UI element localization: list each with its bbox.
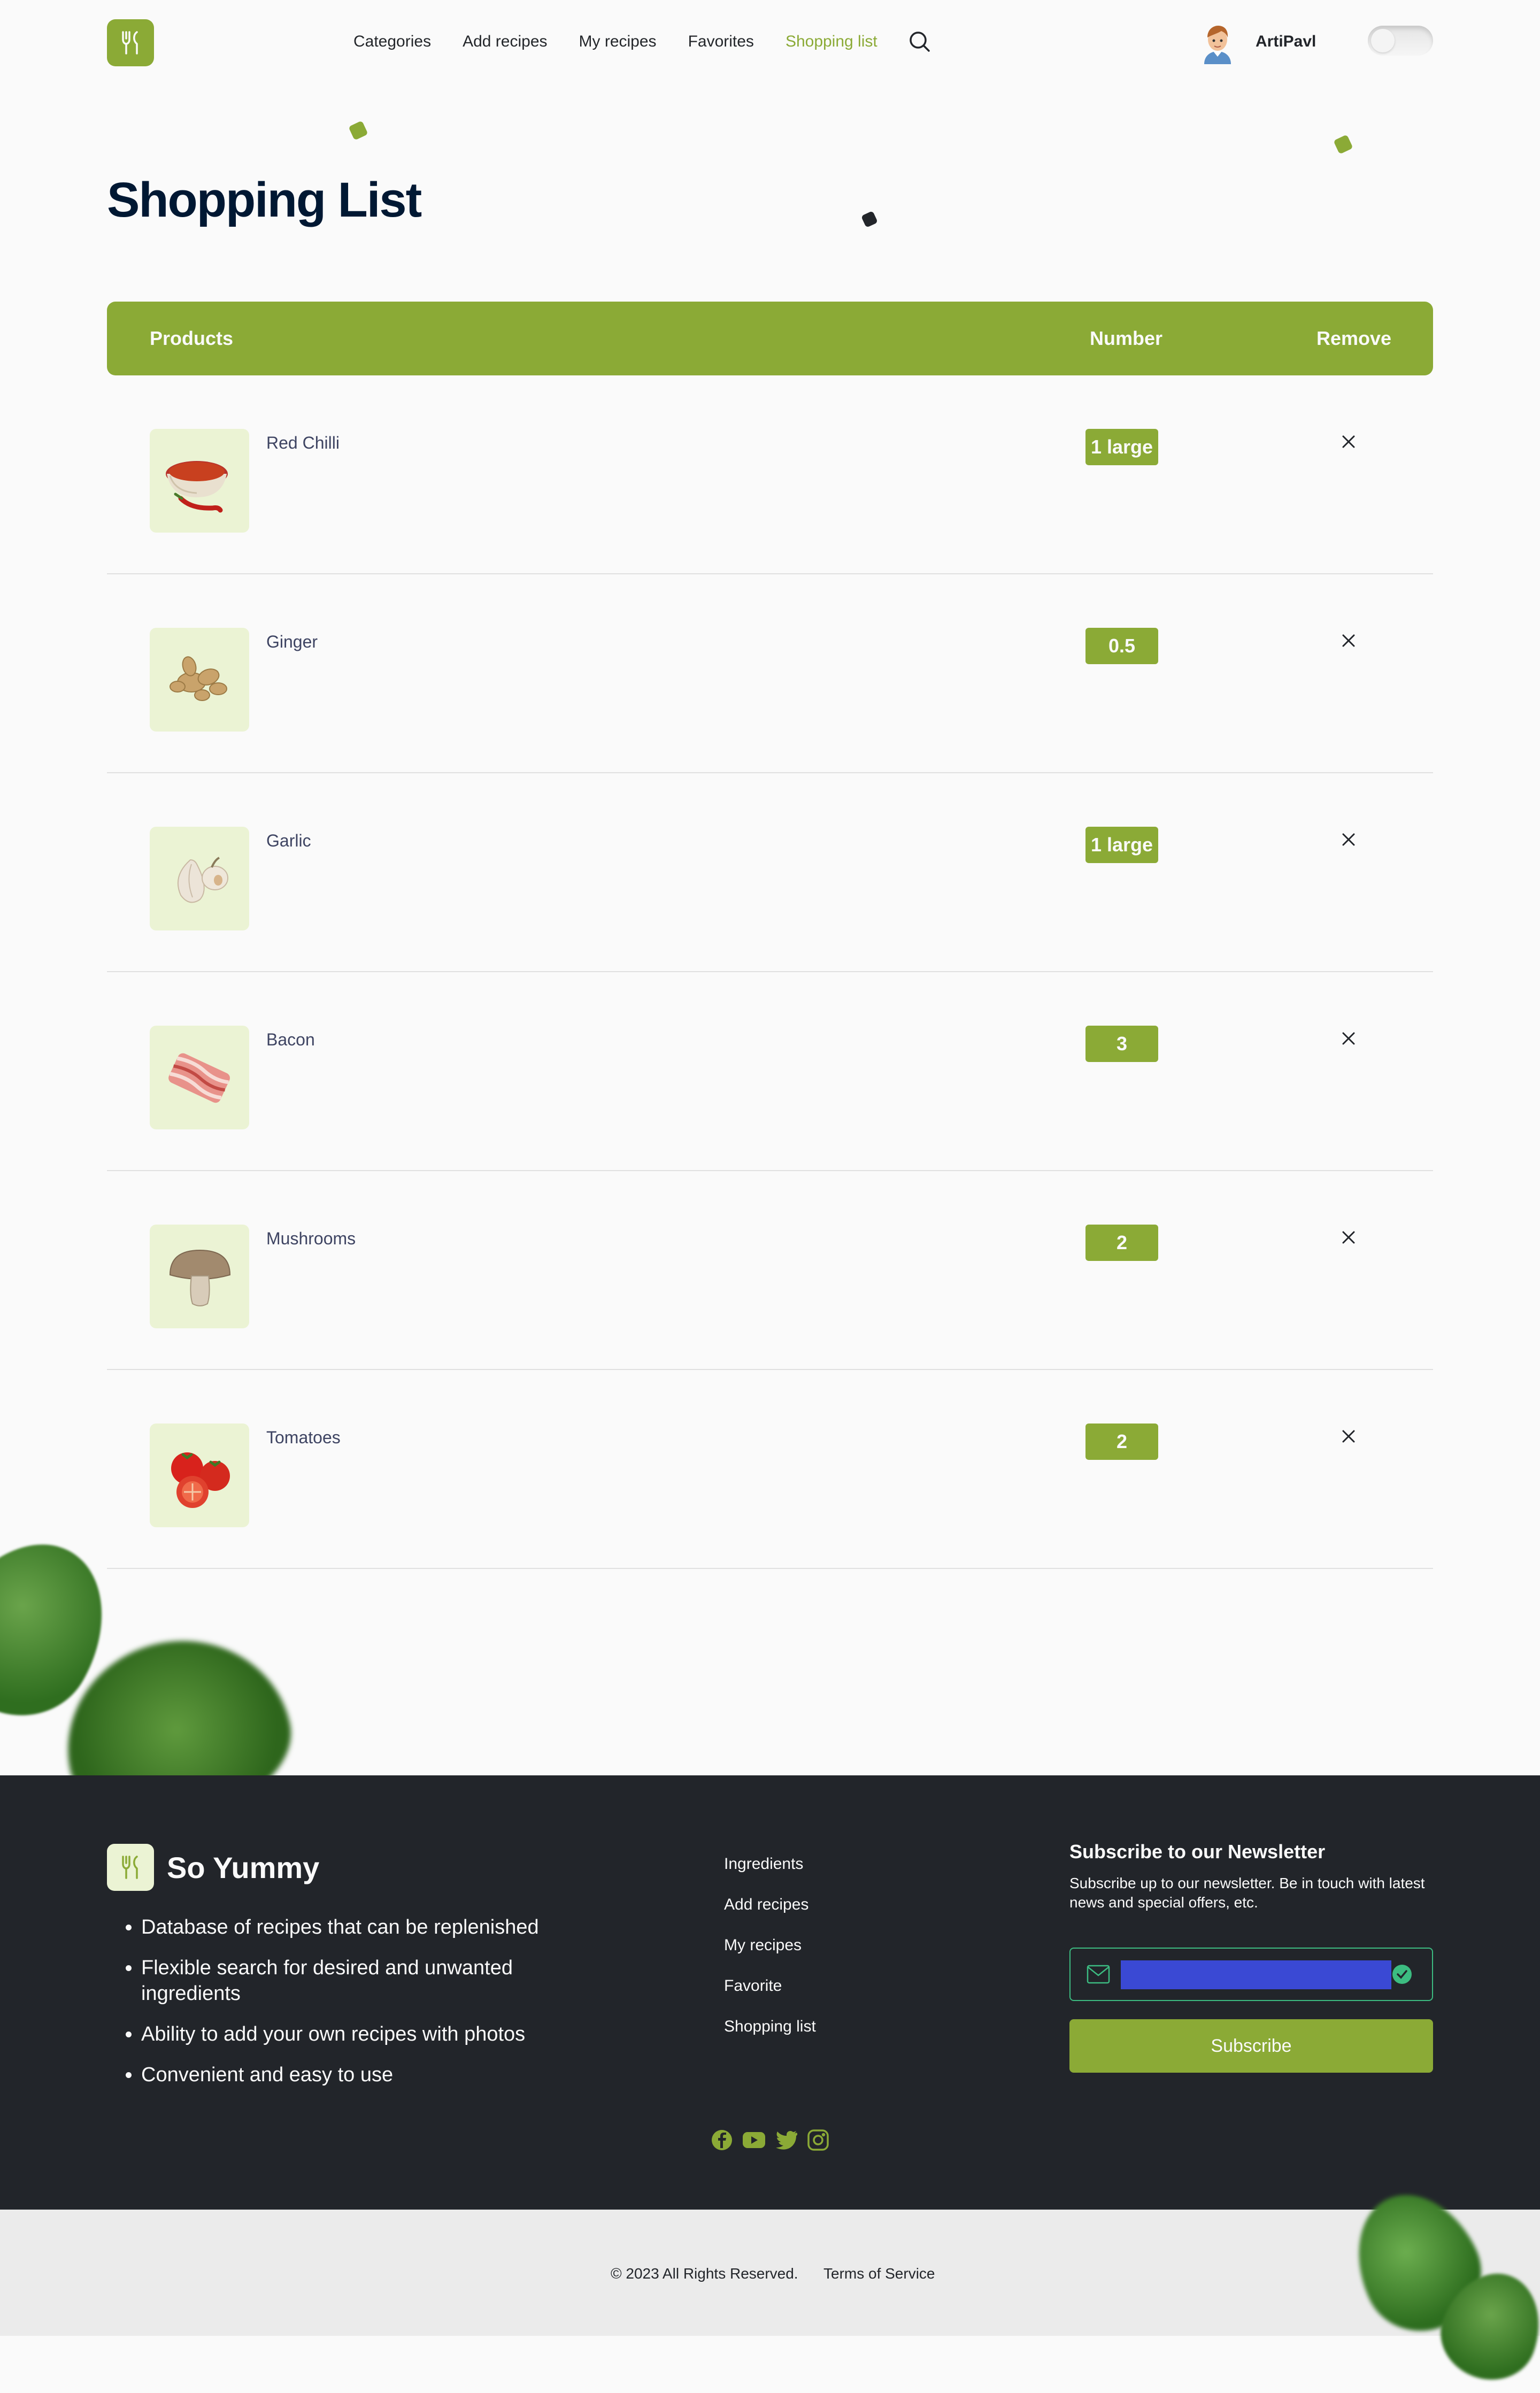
table-row: Tomatoes 2 <box>107 1370 1433 1569</box>
table-row: Mushrooms 2 <box>107 1171 1433 1370</box>
newsletter-description: Subscribe up to our newsletter. Be in to… <box>1069 1875 1425 1911</box>
footer: So Yummy Database of recipes that can be… <box>0 1775 1540 2210</box>
garlic-image <box>150 827 249 930</box>
fork-knife-icon <box>122 31 138 55</box>
quantity-badge: 3 <box>1085 1026 1158 1062</box>
mail-icon <box>1087 1965 1110 1987</box>
nav-shopping-list[interactable]: Shopping list <box>786 29 877 55</box>
product-name: Tomatoes <box>266 1428 341 1447</box>
copyright: © 2023 All Rights Reserved. <box>611 2265 798 2282</box>
quantity-badge: 0.5 <box>1085 628 1158 664</box>
mushroom-image <box>150 1225 249 1328</box>
footer-link-shopping-list[interactable]: Shopping list <box>724 2016 816 2037</box>
footer-links: Ingredients Add recipes My recipes Favor… <box>724 1853 816 2057</box>
product-name: Mushrooms <box>266 1229 356 1248</box>
footer-brand: So Yummy <box>167 1851 320 1884</box>
quantity-badge: 2 <box>1085 1424 1158 1460</box>
tomato-image <box>150 1424 249 1527</box>
table-row: Garlic 1 large <box>107 773 1433 972</box>
terms-link[interactable]: Terms of Service <box>823 2263 935 2284</box>
footer-link-my-recipes[interactable]: My recipes <box>724 1935 816 1956</box>
logo[interactable] <box>107 19 154 66</box>
decorative-square <box>1333 134 1353 155</box>
table-row: Red Chilli 1 large <box>107 375 1433 574</box>
table-header: Products Number Remove <box>107 302 1433 375</box>
list-item: Flexible search for desired and unwanted… <box>141 1955 601 2006</box>
social-links <box>710 2128 838 2152</box>
product-name: Bacon <box>266 1030 315 1049</box>
ginger-image <box>150 628 249 732</box>
table-row: Ginger 0.5 <box>107 574 1433 773</box>
footer-logo[interactable] <box>107 1844 154 1891</box>
nav-my-recipes[interactable]: My recipes <box>579 29 657 55</box>
instagram-icon[interactable] <box>806 2128 830 2152</box>
theme-toggle[interactable] <box>1368 26 1433 56</box>
decorative-square <box>348 120 368 141</box>
product-name: Ginger <box>266 632 318 651</box>
search-icon[interactable] <box>907 29 933 55</box>
close-icon[interactable] <box>1338 1227 1359 1248</box>
bottom-bar: © 2023 All Rights Reserved. Terms of Ser… <box>0 2210 1540 2336</box>
quantity-badge: 2 <box>1085 1225 1158 1261</box>
email-input[interactable] <box>1121 1960 1391 1989</box>
close-icon[interactable] <box>1338 431 1359 452</box>
email-field[interactable] <box>1069 1948 1433 2001</box>
footer-link-add-recipes[interactable]: Add recipes <box>724 1894 816 1915</box>
fork-knife-icon <box>122 1856 138 1879</box>
column-number: Number <box>1090 327 1163 349</box>
username[interactable]: ArtiPavl <box>1256 30 1316 53</box>
close-icon[interactable] <box>1338 829 1359 850</box>
column-products: Products <box>150 327 234 349</box>
avatar[interactable] <box>1199 21 1236 64</box>
subscribe-button[interactable]: Subscribe <box>1069 2019 1433 2073</box>
toggle-knob <box>1371 29 1395 52</box>
nav-favorites[interactable]: Favorites <box>688 29 754 55</box>
page-title: Shopping List <box>107 173 422 227</box>
column-remove: Remove <box>1316 327 1392 349</box>
twitter-icon[interactable] <box>774 2128 798 2152</box>
close-icon[interactable] <box>1338 1028 1359 1049</box>
check-icon <box>1391 1964 1413 1988</box>
close-icon[interactable] <box>1338 1426 1359 1447</box>
youtube-icon[interactable] <box>742 2128 766 2152</box>
shopping-list: Red Chilli 1 large Ginger 0.5 Garlic 1 l… <box>107 375 1433 1569</box>
footer-link-favorite[interactable]: Favorite <box>724 1975 816 1997</box>
feature-list: Database of recipes that can be replenis… <box>124 1914 601 2103</box>
main-nav: Categories Add recipes My recipes Favori… <box>353 29 933 55</box>
product-name: Red Chilli <box>266 433 340 452</box>
close-icon[interactable] <box>1338 630 1359 651</box>
red-chilli-image <box>150 429 249 533</box>
decorative-square <box>861 211 878 228</box>
nav-add-recipes[interactable]: Add recipes <box>463 29 547 55</box>
nav-categories[interactable]: Categories <box>353 29 431 55</box>
bacon-image <box>150 1026 249 1129</box>
list-item: Ability to add your own recipes with pho… <box>141 2021 601 2047</box>
newsletter-title: Subscribe to our Newsletter <box>1069 1841 1326 1863</box>
table-row: Bacon 3 <box>107 972 1433 1171</box>
product-name: Garlic <box>266 831 311 850</box>
list-item: Convenient and easy to use <box>141 2062 601 2088</box>
list-item: Database of recipes that can be replenis… <box>141 1914 601 1940</box>
quantity-badge: 1 large <box>1085 827 1158 863</box>
footer-link-ingredients[interactable]: Ingredients <box>724 1853 816 1875</box>
facebook-icon[interactable] <box>710 2128 734 2152</box>
quantity-badge: 1 large <box>1085 429 1158 465</box>
